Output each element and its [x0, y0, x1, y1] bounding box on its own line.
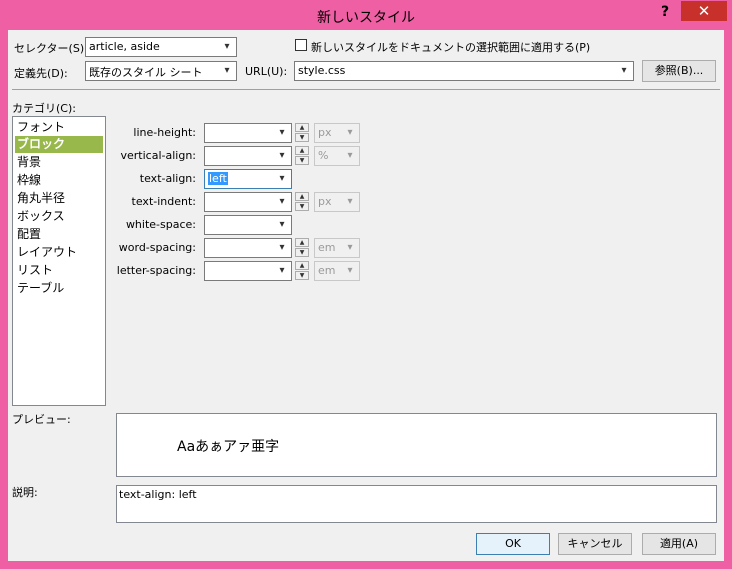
apply-selection-label[interactable]: 新しいスタイルをドキュメントの選択範囲に適用する(P)	[311, 39, 590, 55]
vertical-align-combo[interactable]: ▾	[204, 146, 292, 166]
close-button[interactable]: ✕	[681, 1, 727, 21]
white-space-combo[interactable]: ▾	[204, 215, 292, 235]
selector-value: article, aside	[89, 40, 160, 53]
letter-spacing-unit-combo: em ▾	[314, 261, 360, 281]
chevron-down-icon: ▾	[279, 242, 285, 253]
word-spacing-unit-combo: em ▾	[314, 238, 360, 258]
description-panel: text-align: left	[116, 485, 717, 523]
word-spacing-label: word-spacing:	[118, 241, 196, 254]
chevron-down-icon: ▾	[347, 265, 353, 276]
line-height-unit: px	[318, 126, 332, 139]
spin-up-icon[interactable]: ▲	[295, 192, 309, 201]
define-label: 定義先(D):	[14, 67, 68, 80]
word-spacing-combo[interactable]: ▾	[204, 238, 292, 258]
letter-spacing-label: letter-spacing:	[116, 264, 196, 277]
spin-up-icon[interactable]: ▲	[295, 146, 309, 155]
apply-button[interactable]: 適用(A)	[642, 533, 716, 555]
url-label: URL(U):	[245, 65, 288, 78]
text-align-label: text-align:	[139, 172, 196, 185]
spin-down-icon[interactable]: ▼	[295, 248, 309, 257]
chevron-down-icon: ▾	[224, 65, 230, 76]
description-label: 説明:	[12, 486, 38, 499]
chevron-down-icon: ▾	[279, 196, 285, 207]
text-indent-combo[interactable]: ▾	[204, 192, 292, 212]
chevron-down-icon: ▾	[347, 150, 353, 161]
define-combo[interactable]: 既存のスタイル シート ▾	[85, 61, 237, 81]
text-indent-spinner[interactable]: ▲ ▼	[295, 192, 309, 212]
text-align-selected-text: left	[208, 172, 228, 185]
spin-up-icon[interactable]: ▲	[295, 261, 309, 270]
letter-spacing-combo[interactable]: ▾	[204, 261, 292, 281]
chevron-down-icon: ▾	[279, 173, 285, 184]
text-indent-label: text-indent:	[131, 195, 196, 208]
url-combo[interactable]: style.css ▾	[294, 61, 634, 81]
define-value: 既存のスタイル シート	[89, 66, 203, 79]
selector-label: セレクター(S):	[14, 42, 88, 55]
line-height-label: line-height:	[133, 126, 196, 139]
text-align-value: left	[208, 172, 228, 185]
white-space-label: white-space:	[125, 218, 196, 231]
line-height-combo[interactable]: ▾	[204, 123, 292, 143]
preview-panel: Aaあぁアァ亜字	[116, 413, 717, 477]
chevron-down-icon: ▾	[279, 219, 285, 230]
vertical-align-spinner[interactable]: ▲ ▼	[295, 146, 309, 166]
browse-button[interactable]: 参照(B)...	[642, 60, 716, 82]
chevron-down-icon: ▾	[224, 41, 230, 52]
category-item-table[interactable]: テーブル	[15, 280, 103, 297]
help-button[interactable]: ?	[652, 2, 678, 22]
ok-button[interactable]: OK	[476, 533, 550, 555]
word-spacing-spinner[interactable]: ▲ ▼	[295, 238, 309, 258]
cancel-button[interactable]: キャンセル	[558, 533, 632, 555]
dialog-title: 新しいスタイル	[317, 10, 415, 26]
text-align-combo[interactable]: left ▾	[204, 169, 292, 189]
category-label: カテゴリ(C):	[12, 102, 76, 115]
chevron-down-icon: ▾	[347, 242, 353, 253]
close-icon: ✕	[697, 2, 711, 20]
chevron-down-icon: ▾	[279, 127, 285, 138]
letter-spacing-spinner[interactable]: ▲ ▼	[295, 261, 309, 281]
selector-combo[interactable]: article, aside ▾	[85, 37, 237, 57]
spin-down-icon[interactable]: ▼	[295, 271, 309, 280]
dialog-window: 新しいスタイル ? ✕ セレクター(S): article, aside ▾ 新…	[0, 0, 732, 569]
vertical-align-unit-combo: % ▾	[314, 146, 360, 166]
spin-down-icon[interactable]: ▼	[295, 133, 309, 142]
separator	[12, 89, 720, 90]
preview-sample-text: Aaあぁアァ亜字	[177, 439, 280, 455]
chevron-down-icon: ▾	[347, 196, 353, 207]
spin-up-icon[interactable]: ▲	[295, 123, 309, 132]
chevron-down-icon: ▾	[621, 65, 627, 76]
dialog-body: セレクター(S): article, aside ▾ 新しいスタイルをドキュメン…	[8, 30, 724, 561]
url-value: style.css	[298, 64, 346, 77]
text-indent-unit: px	[318, 195, 332, 208]
spin-down-icon[interactable]: ▼	[295, 156, 309, 165]
description-text: text-align: left	[119, 488, 197, 501]
preview-label: プレビュー:	[12, 413, 71, 426]
text-indent-unit-combo: px ▾	[314, 192, 360, 212]
chevron-down-icon: ▾	[279, 150, 285, 161]
chevron-down-icon: ▾	[347, 127, 353, 138]
vertical-align-label: vertical-align:	[120, 149, 197, 162]
spin-down-icon[interactable]: ▼	[295, 202, 309, 211]
vertical-align-unit: %	[318, 149, 329, 162]
line-height-unit-combo: px ▾	[314, 123, 360, 143]
word-spacing-unit: em	[318, 241, 336, 254]
apply-selection-checkbox[interactable]	[295, 39, 307, 51]
spin-up-icon[interactable]: ▲	[295, 238, 309, 247]
line-height-spinner[interactable]: ▲ ▼	[295, 123, 309, 143]
chevron-down-icon: ▾	[279, 265, 285, 276]
letter-spacing-unit: em	[318, 264, 336, 277]
title-bar[interactable]: 新しいスタイル ? ✕	[0, 0, 732, 30]
